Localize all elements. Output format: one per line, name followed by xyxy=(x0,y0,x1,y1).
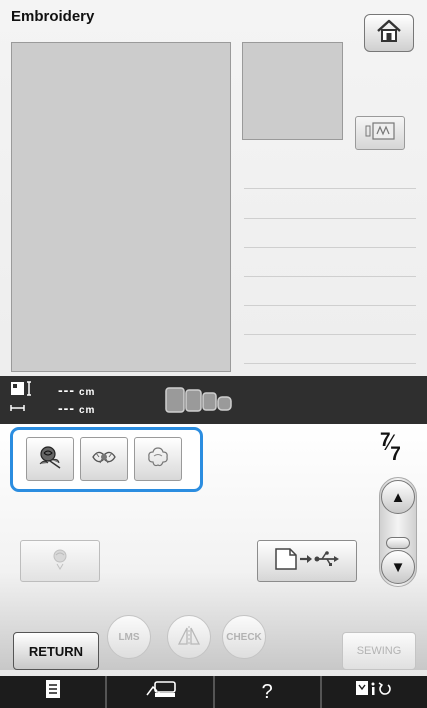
page-current: 7 xyxy=(380,430,391,451)
lms-button[interactable]: LMS xyxy=(107,615,151,659)
lms-label: LMS xyxy=(118,631,140,643)
arrow-down-icon: ▼ xyxy=(390,558,406,576)
height-value: --- xyxy=(58,382,75,398)
mirror-button[interactable] xyxy=(167,615,211,659)
width-unit: cm xyxy=(79,405,96,416)
info-divider xyxy=(244,363,416,364)
machine-setting-button[interactable] xyxy=(105,676,212,708)
embroidery-frame-icon xyxy=(165,386,235,414)
pattern-button-1[interactable] xyxy=(26,437,74,481)
arrow-up-icon: ▲ xyxy=(390,488,406,506)
flower-outline-pattern-icon xyxy=(145,445,171,474)
help-icon: ? xyxy=(261,680,273,703)
home-icon xyxy=(375,18,403,49)
thumbnail-toggle-button[interactable] xyxy=(355,116,405,150)
check-button[interactable]: CHECK xyxy=(222,615,266,659)
mirror-icon xyxy=(176,625,202,650)
bottom-toolbar: ? xyxy=(0,676,427,708)
page-indicator: 7⁄7 xyxy=(380,430,401,465)
document-icon xyxy=(45,679,61,705)
rose-pattern-icon xyxy=(36,444,64,475)
pattern-width-readout: --- cm xyxy=(58,400,95,416)
info-divider xyxy=(244,247,416,248)
page-down-button[interactable]: ▼ xyxy=(381,550,415,584)
help-button[interactable]: ? xyxy=(212,676,320,708)
settings-icon xyxy=(354,679,394,705)
usb-transfer-button[interactable] xyxy=(257,540,357,582)
page-scroll-thumb[interactable] xyxy=(386,537,410,549)
thumbnail-toggle-icon xyxy=(364,121,396,146)
info-divider xyxy=(244,276,416,277)
height-unit: cm xyxy=(79,387,96,398)
info-divider xyxy=(244,334,416,335)
sewing-machine-icon xyxy=(143,679,177,705)
info-divider xyxy=(244,305,416,306)
page-total: 7 xyxy=(390,444,401,465)
document-button[interactable] xyxy=(0,676,105,708)
return-button[interactable]: RETURN xyxy=(13,632,99,670)
check-label: CHECK xyxy=(226,631,262,643)
home-button[interactable] xyxy=(364,14,414,52)
pattern-thumbnail-area xyxy=(242,42,343,140)
leaf-flower-pattern-icon xyxy=(90,445,118,474)
pattern-button-3[interactable] xyxy=(134,437,182,481)
pattern-button-2[interactable] xyxy=(80,437,128,481)
settings-button[interactable] xyxy=(319,676,427,708)
pattern-preview-button[interactable] xyxy=(20,540,100,582)
page-title: Embroidery xyxy=(11,8,95,25)
embroidery-screen: Embroidery --- cm --- cm 7⁄7 ▲ ▼ RETURN … xyxy=(0,0,427,708)
width-value: --- xyxy=(58,400,75,416)
pattern-height-readout: --- cm xyxy=(58,382,95,398)
pattern-preview-area xyxy=(11,42,231,372)
pattern-size-icon xyxy=(10,380,34,416)
page-up-button[interactable]: ▲ xyxy=(381,480,415,514)
info-divider xyxy=(244,188,416,189)
usb-transfer-icon xyxy=(272,546,342,577)
info-divider xyxy=(244,218,416,219)
sewing-button[interactable]: SEWING xyxy=(342,632,416,670)
pattern-preview-icon xyxy=(49,547,71,576)
